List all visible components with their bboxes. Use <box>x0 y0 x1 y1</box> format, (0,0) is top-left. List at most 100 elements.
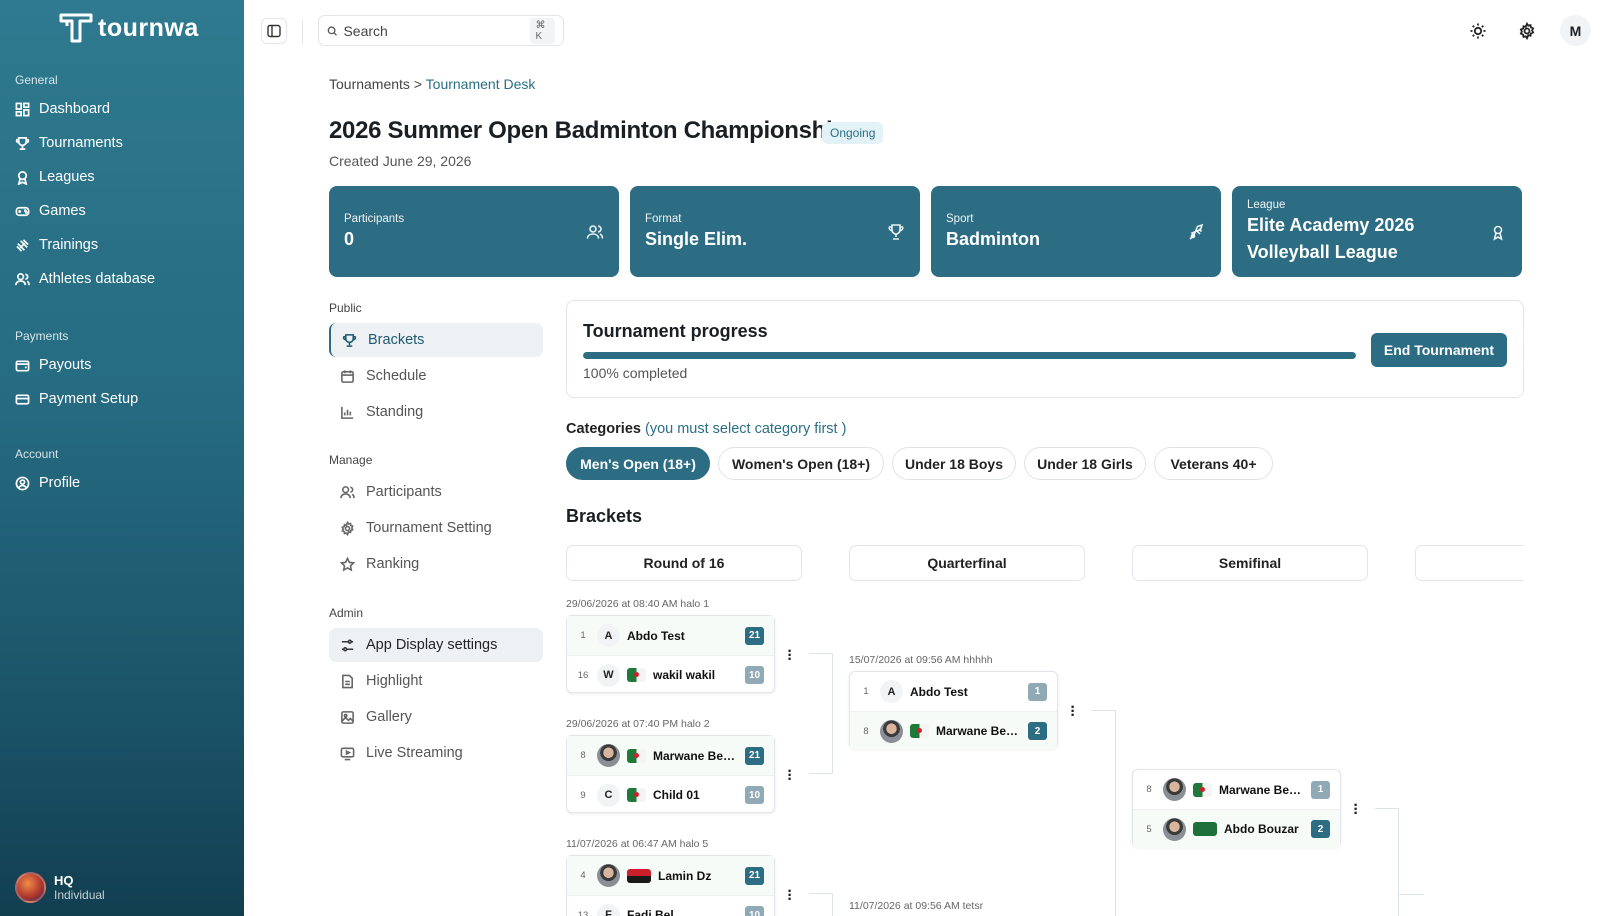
menu-item-ranking[interactable]: Ranking <box>329 547 543 581</box>
algeria-flag-icon <box>627 748 646 763</box>
player-name: Child 01 <box>653 788 700 802</box>
match-options-icon[interactable]: · · · <box>1069 700 1077 724</box>
match-player-row: 8 Marwane Ben... 1 <box>1133 770 1340 809</box>
bracket-connector <box>1398 808 1399 916</box>
sidebar-item-trainings[interactable]: Trainings <box>15 237 98 253</box>
current-user[interactable]: HQ Individual <box>15 872 105 903</box>
player-photo <box>1163 817 1186 841</box>
menu-item-participants[interactable]: Participants <box>329 475 543 509</box>
bar-chart-icon <box>341 406 354 419</box>
sidebar-item-profile[interactable]: Profile <box>15 475 80 491</box>
player-photo <box>597 864 620 887</box>
player-seed: 13 <box>577 909 589 916</box>
round-header-round-of-16[interactable]: Round of 16 <box>566 545 802 581</box>
sun-icon <box>1470 23 1486 39</box>
category-chip-under-18-boys[interactable]: Under 18 Boys <box>892 447 1016 480</box>
dumbbell-icon <box>16 238 29 252</box>
round-header-quarterfinal[interactable]: Quarterfinal <box>849 545 1085 581</box>
menu-item-label: Gallery <box>366 709 412 725</box>
player-score: 21 <box>745 866 764 885</box>
player-avatar: C <box>597 783 620 807</box>
menu-item-live-streaming[interactable]: Live Streaming <box>329 736 543 770</box>
user-circle-icon <box>15 476 30 490</box>
bracket-viewport[interactable]: Round of 16 Quarterfinal Semifinal F 29/… <box>566 540 1524 916</box>
menu-item-tournament-setting[interactable]: Tournament Setting <box>329 511 543 545</box>
menu-item-standing[interactable]: Standing <box>329 395 543 429</box>
player-name: Lamin Dz <box>658 868 712 883</box>
created-date: Created June 29, 2026 <box>329 153 472 169</box>
gear-icon <box>1519 22 1535 40</box>
round-header-final[interactable]: F <box>1415 545 1524 581</box>
category-chip-mens-open[interactable]: Men's Open (18+) <box>566 447 710 480</box>
user-avatar-button[interactable]: M <box>1560 15 1591 46</box>
menu-item-brackets[interactable]: Brackets <box>329 323 543 357</box>
sliders-icon <box>341 639 354 651</box>
search-shortcut: ⌘ K <box>530 17 555 44</box>
category-chip-under-18-girls[interactable]: Under 18 Girls <box>1024 447 1146 480</box>
match-options-icon[interactable]: · · · <box>786 764 794 788</box>
categories-label: Categories (you must select category fir… <box>566 421 846 437</box>
categories-note: (you must select category first ) <box>644 421 847 437</box>
match-card[interactable]: 1 A Abdo Test 21 16 W wakil wakil 10 <box>566 615 775 693</box>
breadcrumb-separator: > <box>413 76 423 92</box>
match-card[interactable]: 8 Marwane Ben... 21 9 C Child 01 10 <box>566 735 775 813</box>
match-card[interactable]: 4 Lamin Dz 21 13 F Fadi Bel 10 <box>566 855 775 916</box>
sidebar-item-dashboard[interactable]: Dashboard <box>15 101 110 117</box>
menu-item-label: Standing <box>366 404 424 420</box>
search-input[interactable] <box>343 22 525 39</box>
progress-fill <box>583 352 1356 359</box>
brand-logo[interactable]: tournwa <box>58 12 199 44</box>
wallet-icon <box>15 359 30 371</box>
match-card[interactable]: 1 A Abdo Test 1 8 Marwane Ben... 2 <box>849 671 1058 750</box>
document-icon <box>342 674 353 688</box>
sidebar-item-label: Tournaments <box>39 135 123 151</box>
match-player-row: 5 Abdo Bouzar 2 <box>1133 809 1340 848</box>
menu-item-schedule[interactable]: Schedule <box>329 359 543 393</box>
stat-card-sport: Sport Badminton <box>931 186 1221 277</box>
bracket-connector <box>1092 710 1115 711</box>
menu-item-label: Participants <box>366 484 442 500</box>
player-score: 21 <box>745 746 764 765</box>
category-chip-womens-open[interactable]: Women's Open (18+) <box>718 447 884 480</box>
progress-title: Tournament progress <box>583 321 768 341</box>
sidebar-item-athletes-database[interactable]: Athletes database <box>15 271 155 287</box>
round-header-semifinal[interactable]: Semifinal <box>1132 545 1368 581</box>
nav-section-payments: Payments <box>15 329 69 343</box>
match-options-icon[interactable]: · · · <box>786 884 794 908</box>
progress-text: 100% completed <box>583 365 688 381</box>
breadcrumb-parent[interactable]: Tournaments <box>329 76 410 92</box>
player-seed: 1 <box>580 630 586 641</box>
menu-item-label: Schedule <box>366 368 427 384</box>
menu-item-gallery[interactable]: Gallery <box>329 700 543 734</box>
monitor-play-icon <box>340 747 355 760</box>
menu-item-label: Brackets <box>368 332 425 348</box>
sidebar-item-payouts[interactable]: Payouts <box>15 357 91 373</box>
breadcrumb-current[interactable]: Tournament Desk <box>426 76 536 92</box>
match-meta: 15/07/2026 at 09:56 AM hhhhh <box>849 654 993 666</box>
stat-value: Elite Academy 2026 <box>1247 215 1415 235</box>
end-tournament-button[interactable]: End Tournament <box>1371 333 1507 367</box>
player-seed: 5 <box>1146 823 1152 835</box>
stat-card-league: League Elite Academy 2026 Volleyball Lea… <box>1232 186 1522 277</box>
theme-toggle-button[interactable] <box>1467 20 1489 42</box>
sidebar-item-tournaments[interactable]: Tournaments <box>15 135 123 151</box>
bracket-connector <box>1115 710 1116 916</box>
menu-item-highlight[interactable]: Highlight <box>329 664 543 698</box>
sidebar-item-label: Trainings <box>39 237 99 253</box>
sidebar-item-games[interactable]: Games <box>15 203 86 219</box>
trophy-icon <box>342 333 357 347</box>
match-player-row: 8 Marwane Ben... 2 <box>850 711 1057 750</box>
stat-value: 0 <box>344 229 355 249</box>
match-options-icon[interactable]: · · · <box>1352 798 1360 822</box>
bracket-connector <box>809 773 832 774</box>
match-card[interactable]: 8 Marwane Ben... 1 5 Abdo Bouzar 2 <box>1132 769 1341 848</box>
users-icon <box>340 485 355 498</box>
sidebar-item-payment-setup[interactable]: Payment Setup <box>15 391 138 407</box>
settings-button[interactable] <box>1516 20 1538 42</box>
sidebar-item-leagues[interactable]: Leagues <box>15 169 95 185</box>
category-chip-veterans-40[interactable]: Veterans 40+ <box>1154 447 1273 480</box>
menu-item-app-display-settings[interactable]: App Display settings <box>329 628 543 662</box>
match-options-icon[interactable]: · · · <box>786 644 794 668</box>
sidebar-toggle-button[interactable] <box>261 18 287 44</box>
search-box[interactable]: ⌘ K <box>318 15 564 46</box>
